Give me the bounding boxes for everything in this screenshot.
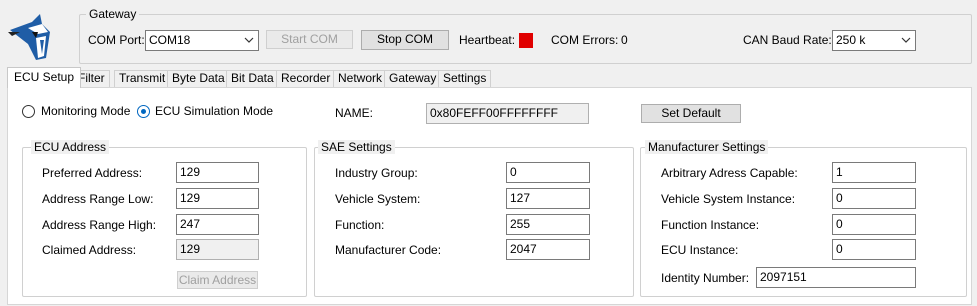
preferred-address-field[interactable]: 129 [176,162,259,183]
start-com-button[interactable]: Start COM [266,30,353,49]
com-errors-label: COM Errors: [551,33,619,47]
com-port-value: COM18 [149,33,191,47]
tab-network[interactable]: Network [333,70,388,87]
heartbeat-indicator [519,33,533,48]
gateway-group-title: Gateway [86,7,140,21]
range-high-field[interactable]: 247 [176,214,259,235]
vehicle-system-instance-field[interactable]: 0 [832,188,916,209]
industry-group-label: Industry Group: [335,166,418,180]
com-errors-value: 0 [621,33,628,47]
tab-transmit[interactable]: Transmit [114,70,171,87]
function-field[interactable]: 255 [506,214,590,235]
claimed-address-field: 129 [176,239,259,260]
vehicle-system-field[interactable]: 127 [506,188,590,209]
stop-com-button[interactable]: Stop COM [361,30,449,50]
ecu-address-title: ECU Address [31,140,110,154]
tab-settings[interactable]: Settings [438,70,492,87]
tab-byte-data[interactable]: Byte Data [167,70,230,87]
chevron-down-icon [901,37,911,43]
tab-gateway[interactable]: Gateway [384,70,442,87]
monitoring-mode-label[interactable]: Monitoring Mode [41,104,130,118]
baud-rate-value: 250 k [836,33,866,47]
vehicle-system-label: Vehicle System: [335,192,421,206]
function-label: Function: [335,218,385,232]
range-low-field[interactable]: 129 [176,188,259,209]
tab-ecu-setup[interactable]: ECU Setup [7,67,82,88]
range-low-label: Address Range Low: [42,192,154,206]
tab-recorder[interactable]: Recorder [276,70,336,87]
set-default-button[interactable]: Set Default [641,104,741,123]
chevron-down-icon [244,37,254,43]
ecu-instance-field[interactable]: 0 [832,239,916,260]
preferred-address-label: Preferred Address: [42,166,143,180]
com-port-dropdown[interactable]: COM18 [145,30,259,51]
manufacturer-code-field[interactable]: 2047 [506,239,590,260]
baud-rate-label: CAN Baud Rate: [743,33,832,47]
identity-number-field[interactable]: 2097151 [756,267,916,288]
ecu-instance-label: ECU Instance: [661,243,739,257]
ecu-simulation-mode-label[interactable]: ECU Simulation Mode [155,104,273,118]
range-high-label: Address Range High: [42,218,157,232]
com-port-label: COM Port: [88,33,145,47]
name-label: NAME: [335,106,374,120]
name-field: 0x80FEFF00FFFFFFFF [426,103,589,124]
sae-settings-title: SAE Settings [318,140,395,154]
claim-address-button[interactable]: Claim Address [177,271,258,289]
manufacturer-code-label: Manufacturer Code: [335,243,442,257]
tab-bit-data[interactable]: Bit Data [226,70,279,87]
app-logo [6,10,62,62]
function-instance-field[interactable]: 0 [832,214,916,235]
monitoring-mode-radio[interactable] [22,105,35,118]
baud-rate-dropdown[interactable]: 250 k [832,30,916,51]
industry-group-field[interactable]: 0 [506,162,590,183]
vehicle-system-instance-label: Vehicle System Instance: [661,192,796,206]
claimed-address-label: Claimed Address: [42,243,137,257]
function-instance-label: Function Instance: [661,218,760,232]
manufacturer-settings-title: Manufacturer Settings [645,140,769,154]
heartbeat-label: Heartbeat: [459,33,516,47]
arbitrary-address-field[interactable]: 1 [832,162,916,183]
identity-number-label: Identity Number: [661,271,750,285]
arbitrary-address-label: Arbitrary Adress Capable: [661,166,798,180]
ecu-simulation-mode-radio[interactable] [137,105,150,118]
